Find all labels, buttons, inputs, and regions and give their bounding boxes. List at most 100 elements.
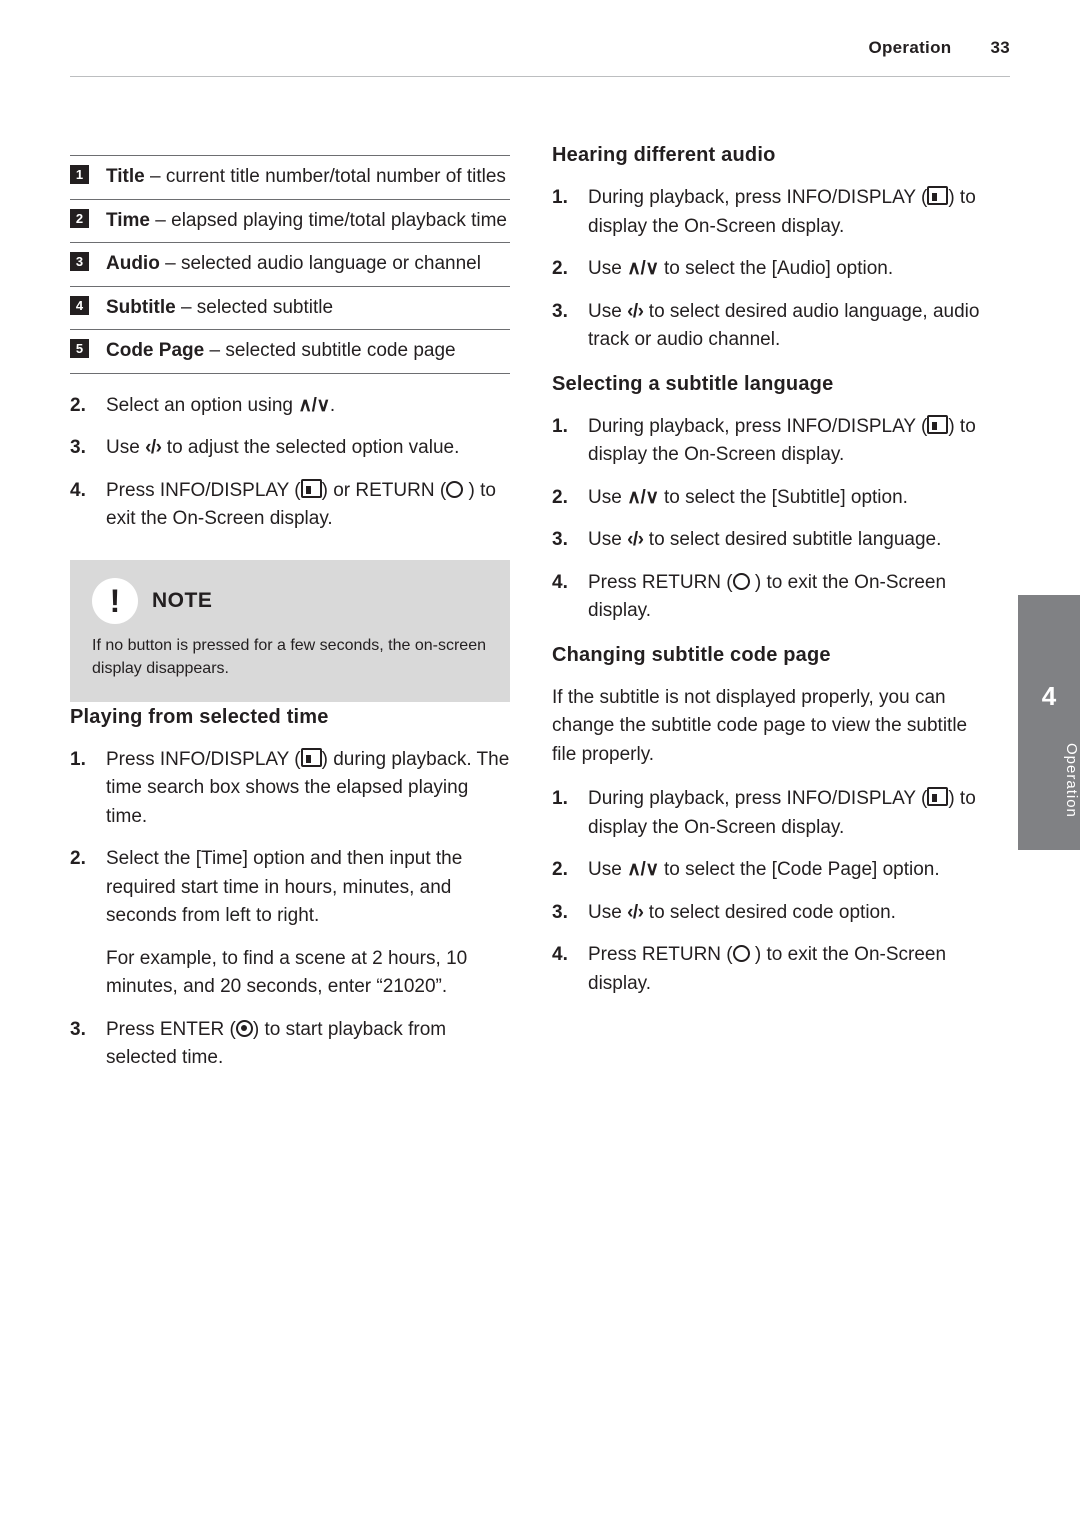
step-item: 3. Use ‹/› to select desired code option… bbox=[552, 899, 992, 928]
section-intro-text: If the subtitle is not displayed properl… bbox=[552, 686, 968, 765]
step-number: 3. bbox=[552, 901, 568, 923]
return-icon bbox=[446, 480, 464, 498]
legend-desc: – selected audio language or channel bbox=[159, 253, 481, 274]
step-text-before: Use bbox=[588, 901, 628, 923]
step-item: 2. Use ∧/∨ to select the [Code Page] opt… bbox=[552, 856, 992, 885]
step-text-mid: ) or RETURN ( bbox=[321, 479, 447, 501]
step-text-before: During playback, press INFO/DISPLAY ( bbox=[588, 187, 928, 208]
step-text-before: Press RETURN ( bbox=[588, 944, 733, 965]
step-text: Use ‹/› to select desired subtitle langu… bbox=[588, 526, 992, 555]
step-number: 1. bbox=[552, 415, 568, 437]
side-tab-number: 4 bbox=[1041, 681, 1057, 711]
step-item: 3. Use ‹/› to adjust the selected option… bbox=[70, 434, 510, 463]
return-icon bbox=[732, 572, 750, 590]
step-text: During playback, press INFO/DISPLAY () t… bbox=[588, 413, 992, 470]
osd-legend-list: 1 Title – current title number/total num… bbox=[70, 155, 510, 374]
step-example-text: For example, to find a scene at 2 hours,… bbox=[106, 947, 468, 998]
step-number: 4. bbox=[552, 944, 568, 965]
step-number: 4. bbox=[70, 479, 86, 501]
step-text-after: . bbox=[329, 394, 336, 416]
step-number: 2. bbox=[552, 486, 568, 508]
step-number: 2. bbox=[552, 859, 568, 880]
up-down-arrows-icon: ∧/∨ bbox=[627, 258, 659, 279]
list-item: 3 Audio – selected audio language or cha… bbox=[70, 243, 510, 287]
step-text: Use ∧/∨ to select the [Subtitle] option. bbox=[588, 484, 992, 513]
step-number: 3. bbox=[70, 437, 86, 458]
step-text-before: Use bbox=[106, 437, 146, 458]
legend-term: Audio bbox=[106, 253, 160, 274]
step-number: 3. bbox=[552, 529, 568, 550]
list-item: 5 Code Page – selected subtitle code pag… bbox=[70, 330, 510, 373]
info-display-icon bbox=[927, 414, 949, 434]
legend-term: Code Page bbox=[106, 340, 205, 361]
step-number: 3. bbox=[70, 1018, 86, 1040]
left-right-arrows-icon: ‹/› bbox=[627, 300, 644, 322]
section-title-playing-from-selected-time: Playing from selected time bbox=[70, 705, 329, 728]
header-divider bbox=[70, 76, 1010, 77]
enter-icon bbox=[235, 1019, 253, 1037]
step-text-after: to select desired subtitle language. bbox=[643, 529, 942, 550]
step-item: 1. Press INFO/DISPLAY () during playback… bbox=[70, 746, 510, 832]
step-text-before: Press ENTER ( bbox=[106, 1018, 236, 1040]
step-number: 4. bbox=[552, 571, 568, 593]
step-number: 1. bbox=[70, 748, 86, 770]
step-text: Select the [Time] option and then input … bbox=[106, 848, 463, 927]
step-number: 2. bbox=[552, 258, 568, 279]
step-text: During playback, press INFO/DISPLAY () t… bbox=[588, 785, 992, 842]
step-number: 3. bbox=[552, 300, 568, 322]
step-text: Use ‹/› to adjust the selected option va… bbox=[106, 434, 510, 463]
up-down-arrows-icon: ∧/∨ bbox=[298, 394, 330, 416]
list-item: 4 Subtitle – selected subtitle bbox=[70, 287, 510, 330]
section-title-changing-subtitle-code-page: Changing subtitle code page bbox=[552, 643, 831, 666]
legend-desc: – elapsed playing time/total playback ti… bbox=[150, 209, 507, 231]
list-item: 2 Time – elapsed playing time/total play… bbox=[70, 200, 510, 243]
legend-term: Title bbox=[106, 166, 145, 187]
step-text: Use ∧/∨ to select the [Code Page] option… bbox=[588, 856, 992, 885]
header-page-number: 33 bbox=[990, 38, 1010, 57]
section-title-hearing-different-audio: Hearing different audio bbox=[552, 144, 776, 166]
step-text: Press RETURN ( ) to exit the On-Screen d… bbox=[588, 941, 992, 998]
step-text-before: Use bbox=[588, 529, 628, 550]
step-item: 1. During playback, press INFO/DISPLAY (… bbox=[552, 785, 992, 842]
legend-badge: 1 bbox=[70, 165, 89, 184]
step-text: Use ‹/› to select desired code option. bbox=[588, 899, 992, 928]
left-column: 1 Title – current title number/total num… bbox=[70, 155, 510, 1087]
info-display-icon bbox=[300, 478, 322, 498]
legend-desc: – selected subtitle code page bbox=[204, 340, 456, 361]
header-text: Operation 33 bbox=[868, 38, 1010, 58]
step-text-after: to select the [Subtitle] option. bbox=[658, 486, 908, 508]
info-display-icon bbox=[927, 186, 949, 205]
legend-badge: 5 bbox=[70, 339, 89, 358]
step-text-before: Use bbox=[588, 258, 628, 279]
step-item: 3. Press ENTER () to start playback from… bbox=[70, 1016, 510, 1073]
side-tab-label: Operation bbox=[1063, 742, 1080, 818]
step-text: Press ENTER () to start playback from se… bbox=[106, 1016, 510, 1073]
step-item: 1. During playback, press INFO/DISPLAY (… bbox=[552, 184, 992, 241]
legend-term: Time bbox=[106, 209, 151, 231]
step-text-after: to select desired audio language, audio … bbox=[588, 300, 980, 351]
list-item: 1 Title – current title number/total num… bbox=[70, 156, 510, 200]
step-item: 2. Select the [Time] option and then inp… bbox=[70, 845, 510, 931]
header-chapter-label: Operation bbox=[868, 38, 952, 57]
step-text-after: to select the [Audio] option. bbox=[658, 258, 894, 279]
step-text: Press RETURN ( ) to exit the On-Screen d… bbox=[588, 569, 992, 626]
info-display-icon bbox=[927, 787, 949, 806]
step-item: 2. Use ∧/∨ to select the [Subtitle] opti… bbox=[552, 484, 992, 513]
step-text-after: to select the [Code Page] option. bbox=[658, 859, 940, 880]
step-item: 1. During playback, press INFO/DISPLAY (… bbox=[552, 413, 992, 470]
right-column: Hearing different audio 1. During playba… bbox=[552, 140, 992, 1012]
section-title-selecting-subtitle-language: Selecting a subtitle language bbox=[552, 372, 834, 395]
legend-desc: – current title number/total number of t… bbox=[144, 166, 506, 187]
step-text-before: Use bbox=[588, 486, 628, 508]
step-text: Use ‹/› to select desired audio language… bbox=[588, 298, 992, 355]
step-text-before: Select an option using bbox=[106, 394, 299, 416]
step-text-before: Press INFO/DISPLAY ( bbox=[106, 479, 301, 501]
note-title-row: ! NOTE bbox=[92, 577, 488, 624]
return-icon bbox=[732, 945, 750, 962]
up-down-arrows-icon: ∧/∨ bbox=[627, 859, 659, 880]
step-text-before: Use bbox=[588, 300, 628, 322]
step-item: 4. Press RETURN ( ) to exit the On-Scree… bbox=[552, 569, 992, 626]
step-number: 1. bbox=[552, 187, 568, 208]
legend-badge: 3 bbox=[70, 252, 89, 271]
note-body: If no button is pressed for a few second… bbox=[92, 636, 486, 677]
